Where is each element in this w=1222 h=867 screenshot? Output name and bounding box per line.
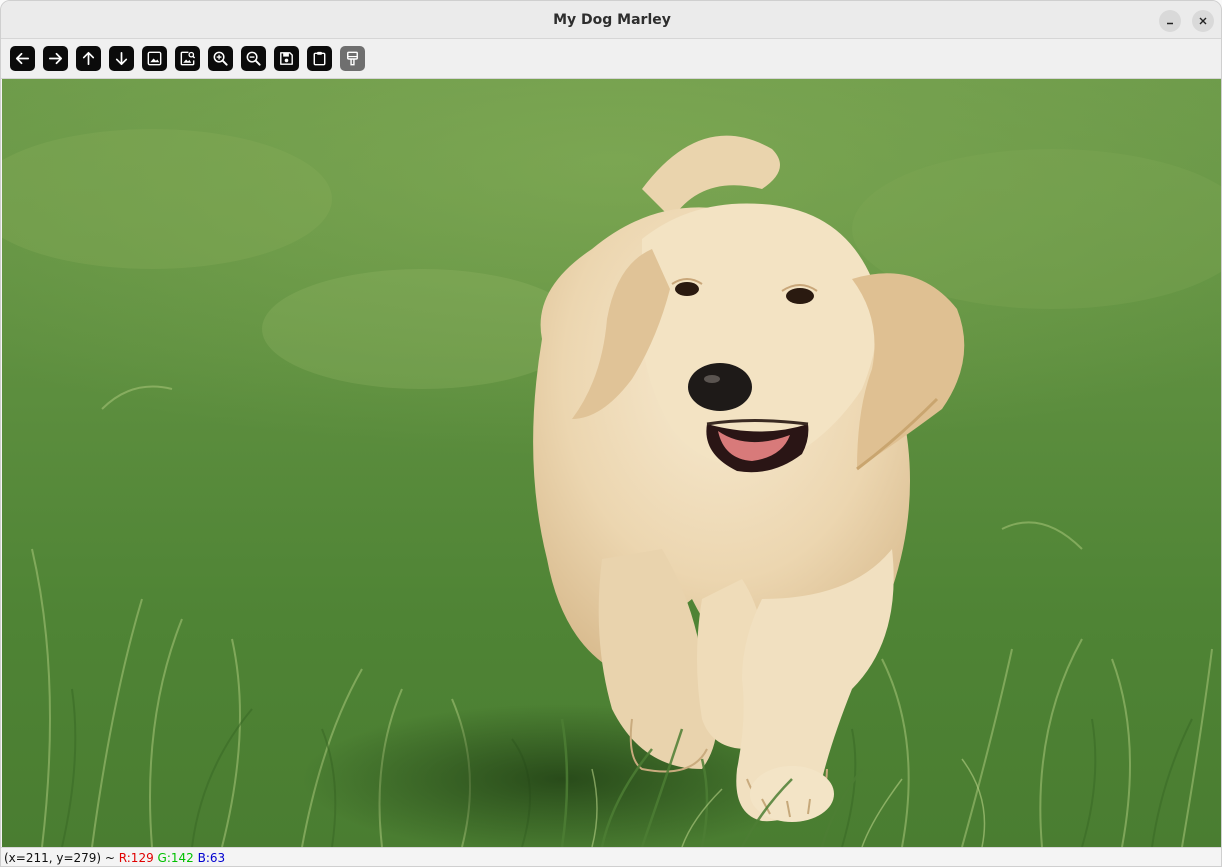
clipboard-icon: [313, 51, 326, 66]
pixel-blue-value: B:63: [197, 851, 226, 865]
status-bar: (x=211, y=279) ~ R:129 G:142 B:63: [1, 847, 1221, 866]
original-size-button[interactable]: [142, 46, 167, 71]
brush-icon: [347, 51, 358, 66]
image-viewer-window: My Dog Marley (x=211, y=279) ~ R:129 G:1…: [0, 0, 1222, 867]
toolbar: [1, 39, 1221, 79]
pan-left-button[interactable]: [10, 46, 35, 71]
image-icon: [147, 51, 162, 66]
pan-down-button[interactable]: [109, 46, 134, 71]
image-zoom-icon: [180, 51, 196, 66]
arrow-up-icon: [82, 51, 95, 66]
title-bar[interactable]: My Dog Marley: [1, 1, 1221, 39]
minimize-icon: [1167, 22, 1173, 25]
fit-image-button[interactable]: [175, 46, 200, 71]
save-image-button[interactable]: [274, 46, 299, 71]
copy-clipboard-button[interactable]: [307, 46, 332, 71]
arrow-down-icon: [115, 51, 128, 66]
window-title: My Dog Marley: [553, 12, 671, 28]
arrow-left-icon: [15, 52, 30, 65]
arrow-right-icon: [48, 52, 63, 65]
zoom-in-icon: [213, 51, 228, 66]
zoom-out-button[interactable]: [241, 46, 266, 71]
cursor-coordinates: (x=211, y=279) ~: [4, 851, 119, 865]
properties-button[interactable]: [340, 46, 365, 71]
pan-up-button[interactable]: [76, 46, 101, 71]
zoom-out-icon: [246, 51, 261, 66]
close-icon: [1199, 17, 1207, 25]
close-button[interactable]: [1192, 10, 1214, 32]
pan-right-button[interactable]: [43, 46, 68, 71]
puppy-photo: [2, 79, 1221, 847]
image-canvas[interactable]: [2, 79, 1221, 847]
pixel-green-value: G:142: [157, 851, 194, 865]
save-icon: [280, 52, 293, 65]
pixel-red-value: R:129: [118, 851, 154, 865]
zoom-in-button[interactable]: [208, 46, 233, 71]
minimize-button[interactable]: [1159, 10, 1181, 32]
